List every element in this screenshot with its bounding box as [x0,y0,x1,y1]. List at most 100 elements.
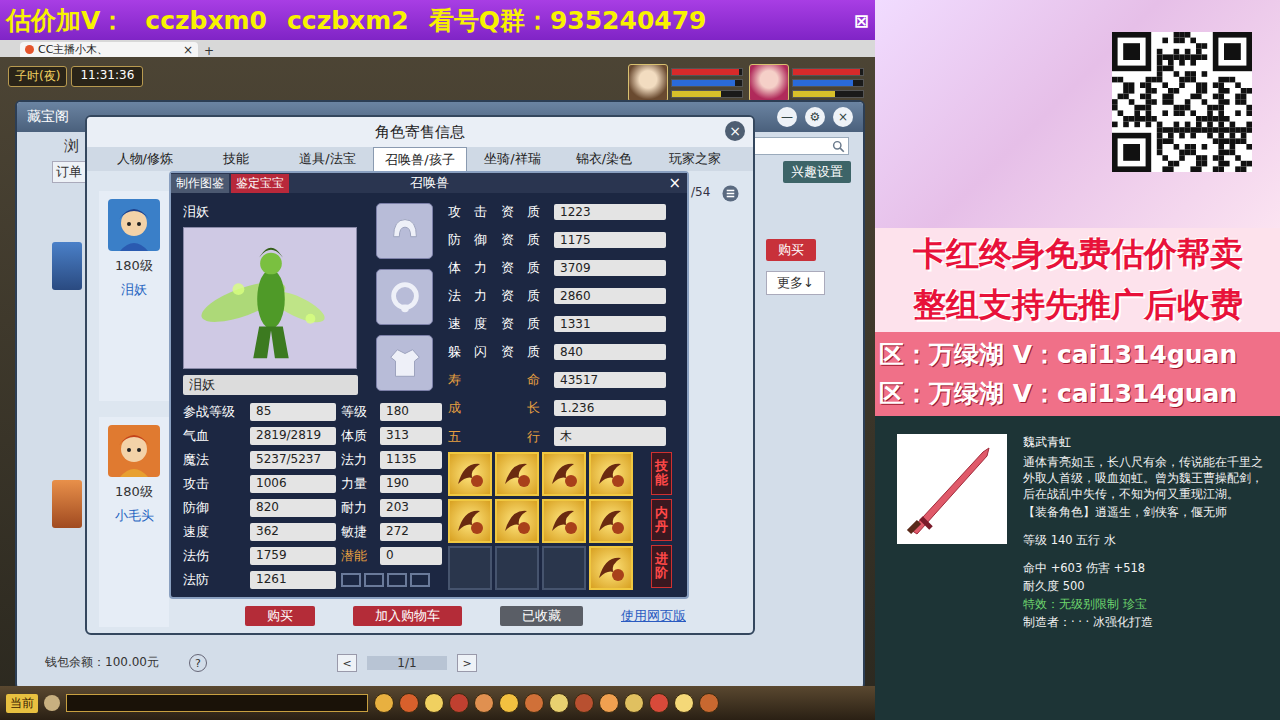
toolbar-icon[interactable] [399,693,419,713]
toolbar-icon[interactable] [374,693,394,713]
close-button[interactable]: × [725,121,745,141]
toolbar-icon[interactable] [499,693,519,713]
pet-title: 召唤兽 [410,174,449,192]
toolbar-icon[interactable] [674,693,694,713]
mic-icon[interactable] [44,695,60,711]
dialog-tab[interactable]: 人物/修炼 [99,147,190,171]
armor-slot[interactable] [376,335,433,391]
skill-slot[interactable] [495,499,539,543]
window-control[interactable]: ⚙ [805,107,825,127]
aptitude-label: 速度资质 [448,315,540,333]
item-roles: 【装备角色】逍遥生，剑侠客，偃无师 [1023,504,1265,520]
close-button[interactable]: × [668,174,687,192]
dialog-tab[interactable]: 锦衣/染色 [558,147,649,171]
skill-slot[interactable] [589,452,633,496]
toolbar-icon[interactable] [449,693,469,713]
channel-label[interactable]: 当前 [6,694,38,713]
aptitudes: 攻击资质1223防御资质1175体力资质3709法力资质2860速度资质1331… [448,203,679,446]
helmet-slot[interactable] [376,203,433,259]
dialog-tab[interactable]: 召唤兽/孩子 [373,147,466,171]
decoration [341,573,442,587]
skill-slot[interactable] [542,452,586,496]
interest-button[interactable]: 兴趣设置 [783,161,851,183]
chat-input[interactable] [66,694,368,712]
dialog-button[interactable]: 加入购物车 [353,606,462,626]
pet-tab[interactable]: 制作图鉴 [171,174,229,193]
tab-title: CC主播小木、 [38,42,179,57]
dialog-title-bar: 角色寄售信息× [87,117,753,147]
skill-slot[interactable] [589,546,633,590]
toolbar-icon[interactable] [699,693,719,713]
item-name: 魏武青虹 [1023,434,1265,450]
window-control[interactable]: — [777,107,797,127]
help-button[interactable]: ? [189,654,207,672]
stream-left: 估价加V：cczbxm0cczbxm2看号Q群：935240479⊠CC主播小木… [0,0,875,720]
skill-slot[interactable] [542,499,586,543]
stat-value: 820 [250,499,336,517]
web-link[interactable]: 使用网页版 [621,607,686,625]
toolbar-icon[interactable] [474,693,494,713]
skill-slot[interactable] [448,499,492,543]
toolbar-icon[interactable] [574,693,594,713]
portrait-icon [749,64,789,102]
side-button[interactable]: 技能 [651,452,672,495]
pet-name-field[interactable]: 泪妖 [183,375,358,395]
aptitude-label: 五行 [448,428,540,446]
side-button[interactable]: 进阶 [651,545,672,588]
skill-slot[interactable] [542,546,586,590]
pet-list-item[interactable]: 180级小毛头 [99,417,169,627]
pet-tab[interactable]: 鉴定宝宝 [231,174,289,193]
toolbar-icon[interactable] [624,693,644,713]
skill-slot[interactable] [495,452,539,496]
skill-slot[interactable] [448,546,492,590]
window-control[interactable]: × [833,107,853,127]
list-icon[interactable] [722,185,739,202]
stat-label: 参战等级 [183,403,245,421]
skill-slot[interactable] [448,452,492,496]
avatar-icon[interactable] [52,242,82,290]
party-member[interactable] [749,64,864,102]
avatar-icon[interactable] [52,480,82,528]
dialog-tab[interactable]: 玩家之家 [650,147,741,171]
pager: <1/1 > [337,654,477,672]
prev-page[interactable]: < [337,654,357,672]
aptitude-row: 体力资质3709 [448,259,679,277]
market-actions: 购买更多↓ [766,184,851,648]
toolbar-icon[interactable] [649,693,669,713]
dialog-button[interactable]: 已收藏 [500,606,583,626]
close-icon[interactable]: ⊠ [854,10,869,31]
stream-right: 卡红终身免费估价帮卖整组支持先推广后收费区：万绿湖 V：cai1314guan区… [875,0,1280,720]
skill-slot[interactable] [589,499,633,543]
dialog-tab[interactable]: 坐骑/祥瑞 [467,147,558,171]
browser-tab[interactable]: CC主播小木、 × [20,42,198,57]
stat-value: 190 [380,475,442,493]
item-durability: 耐久度 500 [1023,578,1265,594]
orders-tab[interactable]: 订单 [52,161,86,183]
window-title: 藏宝阁 [27,108,69,126]
buy-button[interactable]: 购买 [766,239,816,261]
skill-icon [591,454,631,494]
tab-close[interactable]: × [183,44,193,56]
dialog-tab[interactable]: 技能 [190,147,281,171]
party-member[interactable] [628,64,743,102]
qr-code-icon[interactable] [1112,32,1252,172]
skill-slot[interactable] [495,546,539,590]
next-page[interactable]: > [457,654,477,672]
banner-text: cczbxm2 [287,6,409,35]
pet-list-item[interactable]: 180级泪妖 [99,191,169,401]
search-icon[interactable] [832,140,845,153]
toolbar-icons [374,693,719,713]
toolbar-icon[interactable] [599,693,619,713]
collar-slot[interactable] [376,269,433,325]
more-button[interactable]: 更多↓ [766,271,825,295]
new-tab[interactable]: + [204,45,214,57]
dialog-tab[interactable]: 道具/法宝 [282,147,373,171]
toolbar-icon[interactable] [424,693,444,713]
toolbar-icon[interactable] [549,693,569,713]
page-indicator: 1/1 [367,656,447,670]
toolbar-label[interactable]: 浏 [64,137,79,156]
toolbar-icon[interactable] [524,693,544,713]
dialog-button[interactable]: 购买 [245,606,315,626]
side-button[interactable]: 内丹 [651,499,672,542]
stat-value: 1759 [250,547,336,565]
